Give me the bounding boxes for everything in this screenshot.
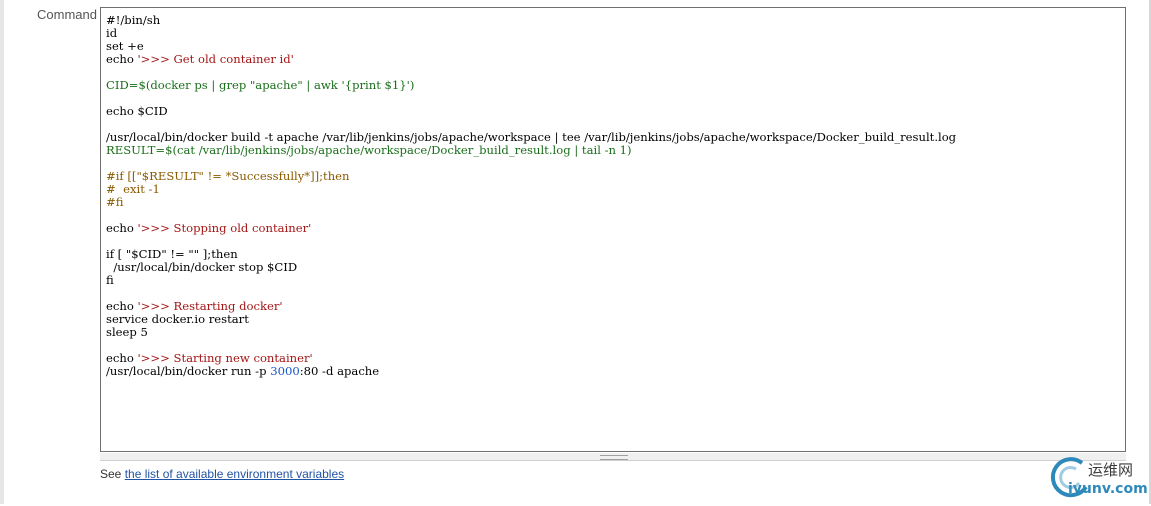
code-token: # exit -1 — [106, 182, 160, 196]
command-label: Command — [37, 7, 97, 22]
code-token: sleep 5 — [106, 325, 148, 339]
resize-grip-icon[interactable] — [600, 455, 628, 460]
watermark-text-domain: iyunv.com — [1068, 481, 1148, 497]
code-token: '>>> Stopping old container' — [137, 221, 312, 235]
code-line: /usr/local/bin/docker run -p 3000:80 -d … — [106, 365, 1125, 378]
code-line: echo $CID — [106, 105, 1125, 118]
code-token: '>>> Starting new container' — [137, 351, 313, 365]
code-token: 3000 — [270, 364, 300, 378]
code-line: #if [["$RESULT" != *Successfully*]];then — [106, 170, 1125, 183]
code-token: echo — [106, 221, 138, 235]
code-token: RESULT=$(cat /var/lib/jenkins/jobs/apach… — [106, 143, 632, 157]
code-line: #fi — [106, 196, 1125, 209]
watermark-text-cn: 运维网 — [1088, 461, 1134, 479]
code-token: if [ "$CID" != "" ];then — [106, 247, 238, 261]
shell-script-code[interactable]: #!/bin/sh id set +e echo '>>> Get old conta… — [101, 8, 1125, 378]
code-token: /usr/local/bin/docker run -p — [106, 364, 271, 378]
page-left-border — [0, 0, 4, 504]
code-token: service docker.io restart — [106, 312, 249, 326]
code-line: # exit -1 — [106, 183, 1125, 196]
textarea-resize-handle[interactable] — [100, 453, 1126, 461]
code-token: /usr/local/bin/docker stop $CID — [106, 260, 298, 274]
env-vars-help: See the list of available environment va… — [100, 467, 344, 481]
code-token: echo — [106, 351, 138, 365]
env-vars-link[interactable]: the list of available environment variab… — [125, 467, 344, 481]
code-token: fi — [106, 273, 114, 287]
code-token: '>>> Get old container id' — [137, 52, 294, 66]
code-token: echo $CID — [106, 104, 168, 118]
code-token: '>>> Restarting docker' — [137, 299, 283, 313]
code-line: CID=$(docker ps | grep "apache" | awk '{… — [106, 79, 1125, 92]
code-line: /usr/local/bin/docker stop $CID — [106, 261, 1125, 274]
code-token: #!/bin/sh — [106, 13, 161, 27]
code-line: fi — [106, 274, 1125, 287]
help-prefix: See — [100, 467, 125, 481]
code-token: CID=$(docker ps | grep "apache" | awk '{… — [106, 78, 415, 92]
code-line: RESULT=$(cat /var/lib/jenkins/jobs/apach… — [106, 144, 1125, 157]
code-token: echo — [106, 52, 138, 66]
code-token: /usr/local/bin/docker build -t apache /v… — [106, 130, 957, 144]
site-watermark: 运维网 iyunv.com — [1046, 455, 1148, 501]
code-line: service docker.io restart — [106, 313, 1125, 326]
code-token: id — [106, 26, 118, 40]
code-token: set +e — [106, 39, 144, 53]
code-token: :80 -d apache — [299, 364, 380, 378]
code-token: #if [["$RESULT" != *Successfully*]];then — [106, 169, 350, 183]
code-line: id — [106, 27, 1125, 40]
code-token: echo — [106, 299, 138, 313]
code-line: echo '>>> Stopping old container' — [106, 222, 1125, 235]
code-line: sleep 5 — [106, 326, 1125, 339]
code-line: #!/bin/sh — [106, 14, 1125, 27]
code-token: #fi — [106, 195, 124, 209]
code-line: echo '>>> Restarting docker' — [106, 300, 1125, 313]
command-textarea[interactable]: #!/bin/sh id set +e echo '>>> Get old conta… — [100, 7, 1126, 452]
code-line: echo '>>> Get old container id' — [106, 53, 1125, 66]
